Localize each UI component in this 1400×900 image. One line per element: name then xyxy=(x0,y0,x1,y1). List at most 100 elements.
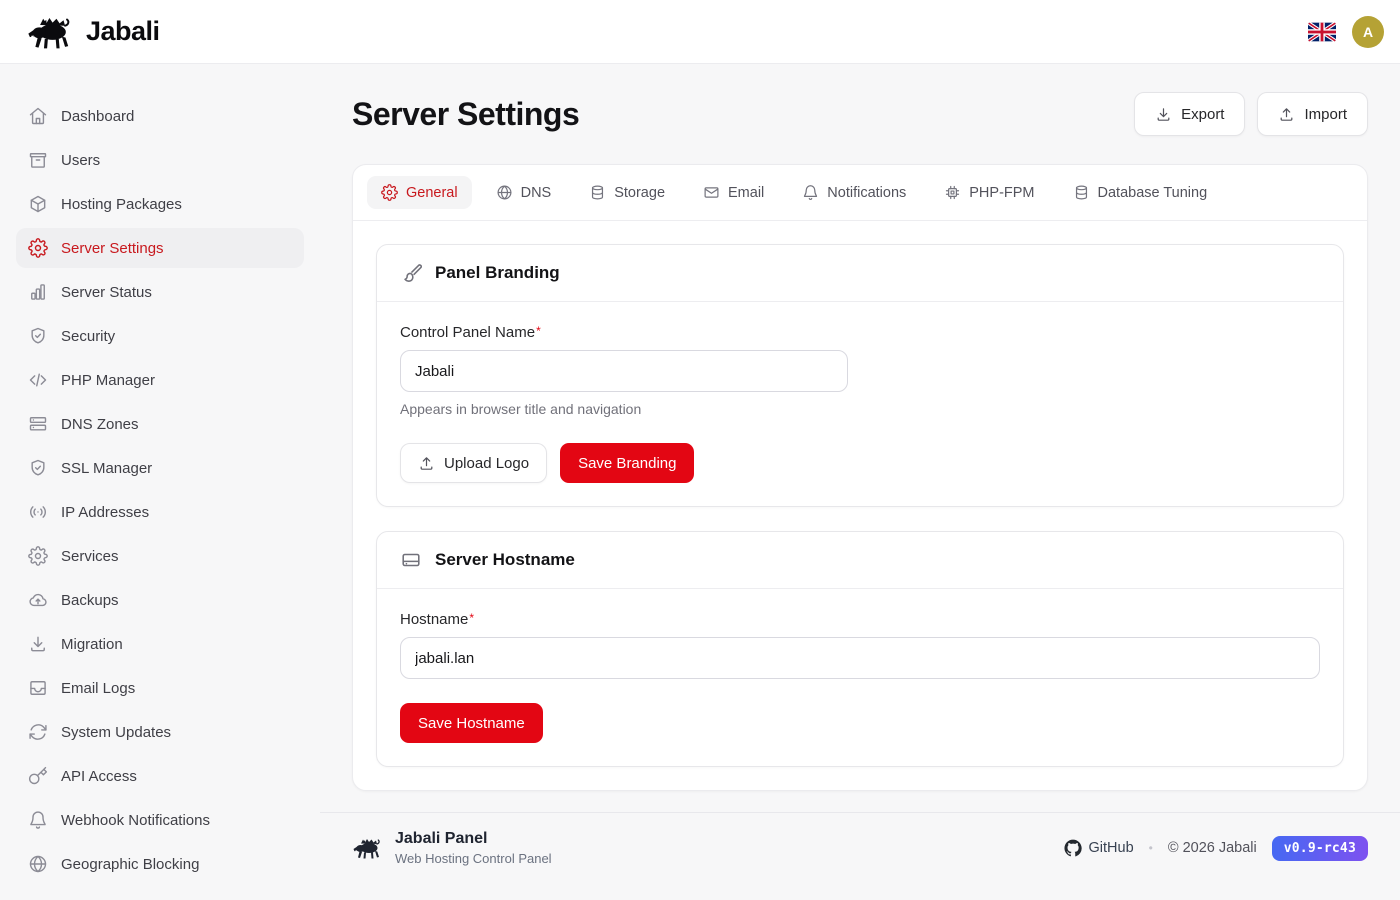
hard-drive-icon xyxy=(400,549,422,571)
tab-email[interactable]: Email xyxy=(689,176,778,209)
tab-label: PHP-FPM xyxy=(969,185,1034,201)
sidebar-item-ip-addresses[interactable]: IP Addresses xyxy=(16,492,304,532)
topbar: Jabali A xyxy=(0,0,1400,64)
save-hostname-button[interactable]: Save Hostname xyxy=(400,703,543,743)
import-button[interactable]: Import xyxy=(1257,92,1368,136)
sidebar-item-label: Email Logs xyxy=(61,680,135,697)
sidebar-item-label: Server Settings xyxy=(61,240,164,257)
tab-database-tuning[interactable]: Database Tuning xyxy=(1059,176,1222,209)
sidebar-item-dns-zones[interactable]: DNS Zones xyxy=(16,404,304,444)
card-title: Panel Branding xyxy=(435,263,560,283)
sidebar-item-label: Migration xyxy=(61,636,123,653)
database-icon xyxy=(1073,184,1090,201)
tab-label: General xyxy=(406,185,458,201)
upload-tray-icon xyxy=(1278,106,1295,123)
sidebar-item-geographic-blocking[interactable]: Geographic Blocking xyxy=(16,844,304,884)
sidebar-item-server-status[interactable]: Server Status xyxy=(16,272,304,312)
server-hostname-card: Server Hostname Hostname* Save Hostname xyxy=(376,531,1344,767)
sidebar-item-label: Backups xyxy=(61,592,119,609)
mail-icon xyxy=(703,184,720,201)
github-link[interactable]: GitHub xyxy=(1064,839,1134,857)
panel-branding-card: Panel Branding Control Panel Name* Appea… xyxy=(376,244,1344,507)
boar-icon xyxy=(26,14,76,50)
sidebar-item-migration[interactable]: Migration xyxy=(16,624,304,664)
key-icon xyxy=(28,766,48,786)
bell-icon xyxy=(28,810,48,830)
download-tray-icon xyxy=(1155,106,1172,123)
sidebar-item-server-settings[interactable]: Server Settings xyxy=(16,228,304,268)
sidebar-item-users[interactable]: Users xyxy=(16,140,304,180)
brand: Jabali xyxy=(26,14,160,50)
tab-dns[interactable]: DNS xyxy=(482,176,566,209)
shield-check-icon xyxy=(28,458,48,478)
sidebar-item-label: DNS Zones xyxy=(61,416,139,433)
sidebar-item-email-logs[interactable]: Email Logs xyxy=(16,668,304,708)
brand-name: Jabali xyxy=(86,16,160,47)
sidebar-item-label: Services xyxy=(61,548,119,565)
sidebar-item-security[interactable]: Security xyxy=(16,316,304,356)
control-panel-name-helper: Appears in browser title and navigation xyxy=(400,401,1320,417)
tab-label: Notifications xyxy=(827,185,906,201)
page-title: Server Settings xyxy=(352,96,579,133)
server-stack-icon xyxy=(28,414,48,434)
sidebar-item-label: Geographic Blocking xyxy=(61,856,199,873)
sidebar-item-services[interactable]: Services xyxy=(16,536,304,576)
tab-general[interactable]: General xyxy=(367,176,472,209)
main-content: Server Settings Export Import General DNS… xyxy=(320,64,1400,900)
sidebar-item-webhook-notifications[interactable]: Webhook Notifications xyxy=(16,800,304,840)
footer-brand: Jabali Panel xyxy=(395,830,552,848)
cpu-icon xyxy=(944,184,961,201)
home-icon xyxy=(28,106,48,126)
required-mark: * xyxy=(469,611,474,625)
export-button[interactable]: Export xyxy=(1134,92,1245,136)
github-icon xyxy=(1064,839,1082,857)
tab-bar: General DNS Storage Email Notifications PHP-F… xyxy=(353,165,1367,221)
sidebar-item-backups[interactable]: Backups xyxy=(16,580,304,620)
sidebar-item-system-updates[interactable]: System Updates xyxy=(16,712,304,752)
uk-flag-icon[interactable] xyxy=(1308,22,1336,42)
sidebar-item-api-access[interactable]: API Access xyxy=(16,756,304,796)
sidebar-item-label: Webhook Notifications xyxy=(61,812,210,829)
sidebar-item-label: System Updates xyxy=(61,724,171,741)
bell-icon xyxy=(802,184,819,201)
tab-storage[interactable]: Storage xyxy=(575,176,679,209)
shield-check-icon xyxy=(28,326,48,346)
tab-label: DNS xyxy=(521,185,552,201)
hostname-label: Hostname* xyxy=(400,611,1320,628)
control-panel-name-input[interactable] xyxy=(400,350,848,392)
sidebar-item-label: Users xyxy=(61,152,100,169)
hostname-input[interactable] xyxy=(400,637,1320,679)
copyright: © 2026 Jabali xyxy=(1168,840,1257,856)
upload-tray-icon xyxy=(418,455,435,472)
gear-icon xyxy=(381,184,398,201)
cloud-upload-icon xyxy=(28,590,48,610)
settings-panel: General DNS Storage Email Notifications PHP-F… xyxy=(352,164,1368,791)
control-panel-name-label: Control Panel Name* xyxy=(400,324,1320,341)
sidebar-item-label: IP Addresses xyxy=(61,504,149,521)
sidebar-item-label: Hosting Packages xyxy=(61,196,182,213)
sidebar-item-label: Dashboard xyxy=(61,108,134,125)
gear-icon xyxy=(28,238,48,258)
archive-box-icon xyxy=(28,150,48,170)
database-icon xyxy=(589,184,606,201)
tab-label: Email xyxy=(728,185,764,201)
sidebar-item-label: Security xyxy=(61,328,115,345)
bar-chart-icon xyxy=(28,282,48,302)
tab-notifications[interactable]: Notifications xyxy=(788,176,920,209)
sidebar-item-php-manager[interactable]: PHP Manager xyxy=(16,360,304,400)
save-branding-button[interactable]: Save Branding xyxy=(560,443,694,483)
broadcast-icon xyxy=(28,502,48,522)
version-badge: v0.9-rc43 xyxy=(1272,836,1368,861)
upload-logo-button[interactable]: Upload Logo xyxy=(400,443,547,483)
sidebar-item-dashboard[interactable]: Dashboard xyxy=(16,96,304,136)
avatar[interactable]: A xyxy=(1352,16,1384,48)
footer-tagline: Web Hosting Control Panel xyxy=(395,851,552,866)
tab-php-fpm[interactable]: PHP-FPM xyxy=(930,176,1048,209)
sidebar-item-label: SSL Manager xyxy=(61,460,152,477)
dot-separator: • xyxy=(1149,841,1153,855)
sidebar-item-hosting-packages[interactable]: Hosting Packages xyxy=(16,184,304,224)
globe-icon xyxy=(496,184,513,201)
sidebar-item-label: API Access xyxy=(61,768,137,785)
sidebar-item-ssl-manager[interactable]: SSL Manager xyxy=(16,448,304,488)
sidebar: Dashboard Users Hosting Packages Server Set… xyxy=(0,64,320,900)
